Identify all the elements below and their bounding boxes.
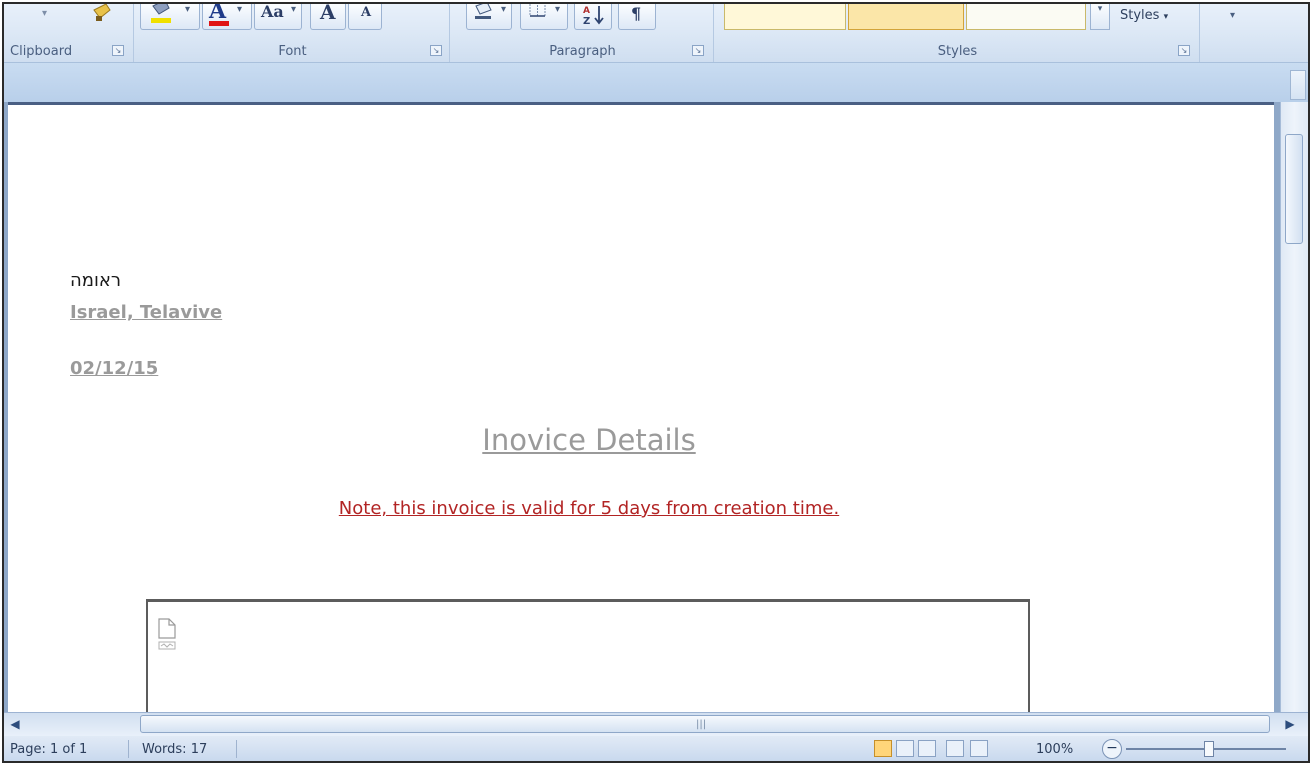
horizontal-scroll-thumb[interactable]: ||| [140, 715, 1270, 733]
paste-dropdown-icon[interactable]: ▾ [42, 8, 47, 19]
style-gallery-item[interactable] [724, 4, 846, 30]
font-dialog-launcher-icon[interactable]: ↘ [430, 45, 442, 56]
shading-dropdown-icon[interactable]: ▾ [501, 4, 506, 15]
change-case-button[interactable]: Aa ▾ [254, 4, 302, 30]
font-group: ▾ A ▾ Aa ▾ A A Font ↘ [136, 4, 450, 62]
grow-font-label: A [320, 2, 336, 24]
change-styles-button[interactable]: Styles ▾ [1120, 8, 1168, 23]
ruler-area [4, 63, 1308, 103]
clipboard-group: ▾ Clipboard ↘ [4, 4, 134, 62]
borders-grid-icon [529, 4, 546, 17]
word-count[interactable]: Words: 17 [142, 742, 207, 757]
borders-button[interactable]: ▾ [520, 4, 568, 30]
draft-view-icon[interactable] [970, 740, 988, 757]
full-screen-reading-view-icon[interactable] [896, 740, 914, 757]
sort-az-icon: A Z [583, 6, 604, 26]
outline-view-icon[interactable] [946, 740, 964, 757]
svg-text:A: A [583, 6, 590, 16]
invoice-date: 02/12/15 [70, 358, 159, 379]
change-case-label: Aa [261, 2, 284, 21]
style-gallery-item-selected[interactable] [848, 4, 964, 30]
web-layout-view-icon[interactable] [918, 740, 936, 757]
document-page[interactable]: ראומה Israel, Telavive 02/12/15 Inovice … [8, 102, 1274, 729]
clipboard-dialog-launcher-icon[interactable]: ↘ [112, 45, 124, 56]
paragraph-group: ▾ ▾ A Z ¶ Paragraph ↘ [452, 4, 714, 62]
editing-group: ▾ [1202, 4, 1268, 62]
clipboard-group-label: Clipboard [10, 44, 73, 59]
editing-dropdown-icon[interactable]: ▾ [1230, 10, 1235, 21]
zoom-level[interactable]: 100% [1036, 742, 1073, 757]
styles-dialog-launcher-icon[interactable]: ↘ [1178, 45, 1190, 56]
print-layout-view-icon[interactable] [874, 740, 892, 757]
styles-group: ▾ Styles ▾ Styles ↘ [716, 4, 1200, 62]
sort-button[interactable]: A Z [574, 4, 612, 30]
format-painter-icon[interactable] [90, 4, 112, 22]
paragraph-dialog-launcher-icon[interactable]: ↘ [692, 45, 704, 56]
change-styles-label: Styles [1120, 8, 1160, 23]
font-group-label: Font [278, 44, 307, 59]
vertical-scroll-thumb[interactable] [1285, 134, 1303, 244]
styles-group-label: Styles [937, 44, 978, 59]
show-formatting-button[interactable]: ¶ [618, 4, 656, 30]
shrink-font-button[interactable]: A [348, 4, 382, 30]
svg-text:Z: Z [583, 16, 590, 26]
font-color-button[interactable]: A ▾ [202, 4, 252, 30]
word-window: ▾ Clipboard ↘ ▾ A ▾ Aa ▾ A A Font ↘ ▾ ▾ … [2, 2, 1310, 763]
styles-gallery-scroll-icon[interactable]: ▾ [1090, 4, 1110, 30]
document-workspace: ראומה Israel, Telavive 02/12/15 Inovice … [4, 102, 1308, 729]
status-bar: Page: 1 of 1 Words: 17 100% − [4, 736, 1308, 761]
invoice-table-frame[interactable] [146, 599, 1030, 729]
font-color-bar [209, 21, 229, 26]
status-separator [128, 740, 129, 758]
shading-bucket-icon [475, 4, 492, 19]
style-gallery-item[interactable] [966, 4, 1086, 30]
invoice-title: Inovice Details [482, 423, 696, 457]
font-color-dropdown-icon[interactable]: ▾ [237, 4, 242, 15]
highlight-dropdown-icon[interactable]: ▾ [185, 4, 190, 15]
invoice-validity-note: Note, this invoice is valid for 5 days f… [338, 498, 840, 519]
borders-dropdown-icon[interactable]: ▾ [555, 4, 560, 15]
highlight-button[interactable]: ▾ [140, 4, 200, 30]
shrink-font-label: A [361, 5, 372, 20]
change-styles-dropdown-icon: ▾ [1163, 12, 1169, 22]
pilcrow-icon: ¶ [631, 4, 642, 23]
vertical-scrollbar[interactable] [1280, 102, 1308, 714]
zoom-slider-knob[interactable] [1204, 741, 1214, 757]
addressee-city: Israel, Telavive [70, 302, 223, 323]
scroll-grip-icon: ||| [696, 719, 707, 730]
scroll-left-icon[interactable]: ◀ [6, 715, 24, 733]
horizontal-scrollbar[interactable]: ◀ ||| ▶ [4, 712, 1308, 736]
view-ruler-toggle-icon[interactable] [1290, 70, 1306, 100]
page-count[interactable]: Page: 1 of 1 [10, 742, 87, 757]
grow-font-button[interactable]: A [310, 4, 346, 30]
addressee-name: ראומה [70, 270, 122, 291]
zoom-out-icon[interactable]: − [1102, 739, 1122, 759]
change-case-dropdown-icon[interactable]: ▾ [291, 4, 296, 15]
shading-button[interactable]: ▾ [466, 4, 512, 30]
ribbon: ▾ Clipboard ↘ ▾ A ▾ Aa ▾ A A Font ↘ ▾ ▾ … [4, 4, 1308, 63]
status-separator [236, 740, 237, 758]
scroll-right-icon[interactable]: ▶ [1280, 715, 1300, 733]
paragraph-group-label: Paragraph [549, 44, 616, 59]
highlight-color-bar [151, 18, 171, 23]
broken-image-icon [158, 618, 176, 650]
